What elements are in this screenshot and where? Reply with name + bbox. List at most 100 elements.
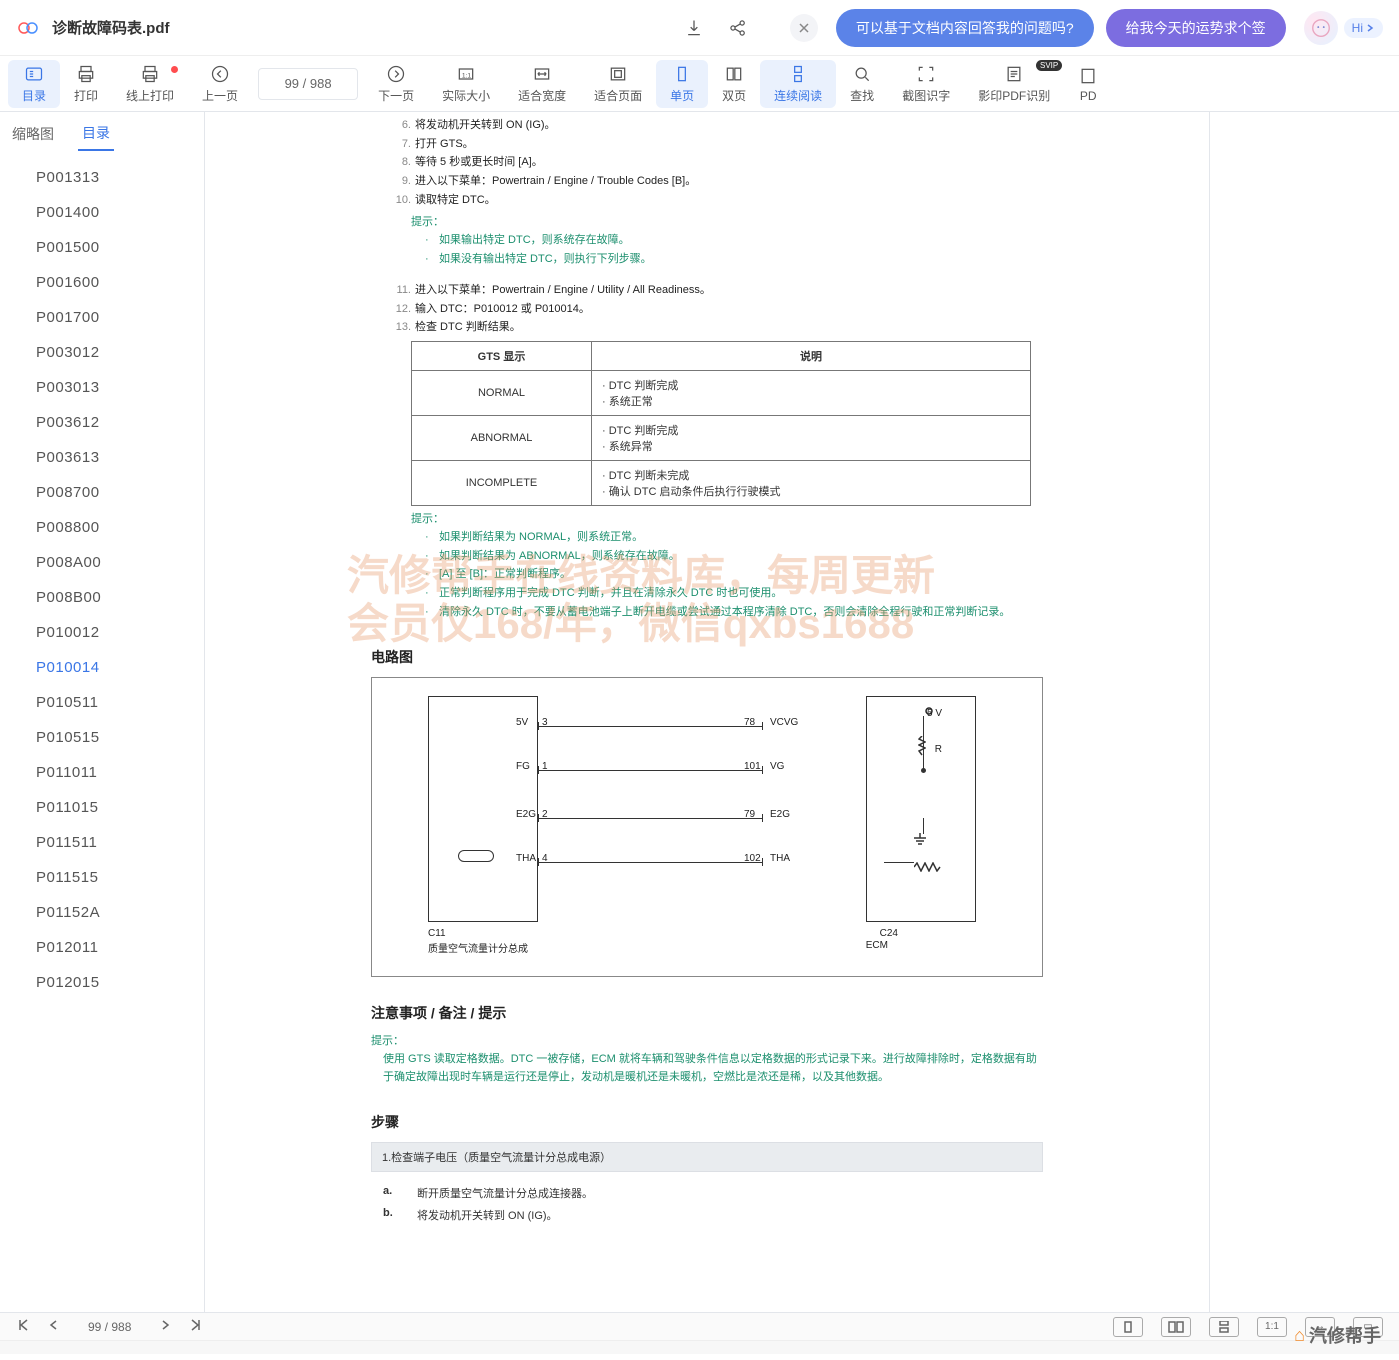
step-item: 11.进入以下菜单：Powertrain / Engine / Utility … — [415, 281, 1043, 300]
actual_size-icon: 1:1 — [456, 63, 476, 85]
last-page-button[interactable] — [189, 1318, 203, 1335]
tool-label: PD — [1080, 89, 1097, 103]
first-page-button[interactable] — [16, 1318, 30, 1335]
double-icon — [724, 63, 744, 85]
tool-fit_width[interactable]: 适合宽度 — [504, 60, 580, 108]
circuit-c11-sub: 质量空气流量计分总成 — [428, 940, 528, 955]
gts-th-display: GTS 显示 — [412, 341, 592, 370]
toc-item[interactable]: P011015 — [0, 790, 204, 825]
tool-find[interactable]: 查找 — [836, 60, 888, 108]
next-icon — [386, 63, 406, 85]
toc-item[interactable]: P003613 — [0, 440, 204, 475]
circuit-c11: C11 — [428, 928, 446, 939]
tool-prev[interactable]: 上一页 — [188, 60, 252, 108]
page-indicator[interactable]: 99 / 988 — [258, 68, 358, 100]
hint-item: [A] 至 [B]：正常判断程序。 — [439, 565, 1043, 584]
table-row: ABNORMAL· DTC 判断完成· 系统异常 — [412, 415, 1031, 460]
r-label: R — [935, 744, 942, 755]
toc-item[interactable]: P012015 — [0, 965, 204, 1000]
toc-item[interactable]: P010511 — [0, 685, 204, 720]
view-single-icon[interactable] — [1113, 1317, 1143, 1337]
tool-print[interactable]: 打印 — [60, 60, 112, 108]
hint-item: 如果判断结果为 NORMAL，则系统正常。 — [439, 528, 1043, 547]
tool-label: 实际大小 — [442, 87, 490, 104]
toc-item[interactable]: P003612 — [0, 405, 204, 440]
gts-cell: ABNORMAL — [412, 415, 592, 460]
h-scrollbar[interactable] — [0, 1340, 1399, 1354]
prev-page-button[interactable] — [48, 1319, 60, 1334]
prev-icon — [210, 63, 230, 85]
tool-continuous[interactable]: 连续阅读 — [760, 60, 836, 108]
tool-actual_size[interactable]: 1:1 实际大小 — [428, 60, 504, 108]
toc-item[interactable]: P011511 — [0, 825, 204, 860]
toc-item[interactable]: P001700 — [0, 300, 204, 335]
hint-title: 提示： — [411, 213, 1043, 229]
tool-double[interactable]: 双页 — [708, 60, 760, 108]
close-chat-button[interactable] — [790, 14, 818, 42]
gts-cell: INCOMPLETE — [412, 460, 592, 505]
toc-item[interactable]: P001313 — [0, 160, 204, 195]
sub-step: a.断开质量空气流量计分总成连接器。 — [371, 1182, 1043, 1204]
svg-text:1:1: 1:1 — [462, 72, 472, 79]
toc-item[interactable]: P003013 — [0, 370, 204, 405]
side-tab-目录[interactable]: 目录 — [78, 117, 114, 151]
toc-item[interactable]: P008700 — [0, 475, 204, 510]
tool-crop_ocr[interactable]: 截图识字 — [888, 60, 964, 108]
notif-dot — [171, 66, 178, 73]
tool-label: 影印PDF识别 — [978, 87, 1050, 104]
share-button[interactable] — [720, 10, 756, 46]
toc-item[interactable]: P001400 — [0, 195, 204, 230]
sub-step: b.将发动机开关转到 ON (IG)。 — [371, 1204, 1043, 1226]
hint-item: 如果没有输出特定 DTC，则执行下列步骤。 — [439, 250, 1043, 269]
step-item: 8.等待 5 秒或更长时间 [A]。 — [415, 153, 1043, 172]
tool-single[interactable]: 单页 — [656, 60, 708, 108]
toc-item[interactable]: P008B00 — [0, 580, 204, 615]
tool-label: 目录 — [22, 87, 46, 104]
gts-cell: · DTC 判断完成· 系统异常 — [592, 415, 1031, 460]
find-icon — [852, 63, 872, 85]
toc-item[interactable]: P010515 — [0, 720, 204, 755]
hint-item: 正常判断程序用于完成 DTC 判断，并且在清除永久 DTC 时也可使用。 — [439, 584, 1043, 603]
toc-item[interactable]: P01152A — [0, 895, 204, 930]
step-item: 6.将发动机开关转到 ON (IG)。 — [415, 116, 1043, 135]
next-page-button[interactable] — [159, 1319, 171, 1334]
toc-item[interactable]: P008800 — [0, 510, 204, 545]
view-double-icon[interactable] — [1161, 1317, 1191, 1337]
notes-title: 注意事项 / 备注 / 提示 — [371, 1003, 1043, 1023]
toc-item[interactable]: P010012 — [0, 615, 204, 650]
toc-item[interactable]: P012011 — [0, 930, 204, 965]
single-icon — [672, 63, 692, 85]
side-tab-缩略图[interactable]: 缩略图 — [8, 118, 58, 150]
gts-th-desc: 说明 — [592, 341, 1031, 370]
toc-item[interactable]: P003012 — [0, 335, 204, 370]
tool-fit_page[interactable]: 适合页面 — [580, 60, 656, 108]
hint2-title: 提示： — [411, 510, 1043, 526]
step-item: 7.打开 GTS。 — [415, 135, 1043, 154]
gts-cell: · DTC 判断未完成· 确认 DTC 启动条件后执行行驶模式 — [592, 460, 1031, 505]
toc-item[interactable]: P008A00 — [0, 545, 204, 580]
tool-toc[interactable]: 目录 — [8, 60, 60, 108]
tool-scan_pdf[interactable]: 影印PDF识别SVIP — [964, 60, 1064, 108]
notes-hint-body: 使用 GTS 读取定格数据。DTC 一被存储，ECM 就将车辆和驾驶条件信息以定… — [383, 1051, 1043, 1086]
ai-fortune-chip[interactable]: 给我今天的运势求个签 — [1106, 9, 1286, 47]
ai-avatar-icon[interactable] — [1304, 11, 1338, 45]
toc-item[interactable]: P011515 — [0, 860, 204, 895]
tool-label: 截图识字 — [902, 87, 950, 104]
view-continuous-icon[interactable] — [1209, 1317, 1239, 1337]
ai-question-chip[interactable]: 可以基于文档内容回答我的问题吗? — [836, 9, 1094, 47]
tool-online_print[interactable]: 线上打印 — [112, 60, 188, 108]
gts-cell: · DTC 判断完成· 系统正常 — [592, 370, 1031, 415]
brand-logo: ⌂汽修帮手 — [1294, 1322, 1381, 1348]
toc-item[interactable]: P001500 — [0, 230, 204, 265]
step-item: 10.读取特定 DTC。 — [415, 191, 1043, 210]
hi-pill[interactable]: Hi — [1344, 18, 1383, 38]
toc-item[interactable]: P011011 — [0, 755, 204, 790]
download-button[interactable] — [676, 10, 712, 46]
view-ratio-icon[interactable]: 1:1 — [1257, 1317, 1287, 1337]
tool-next[interactable]: 下一页 — [364, 60, 428, 108]
tool-pdf_trunc[interactable]: PD — [1064, 60, 1112, 108]
continuous-icon — [788, 63, 808, 85]
toc-item[interactable]: P001600 — [0, 265, 204, 300]
gts-cell: NORMAL — [412, 370, 592, 415]
toc-item[interactable]: P010014 — [0, 650, 204, 685]
